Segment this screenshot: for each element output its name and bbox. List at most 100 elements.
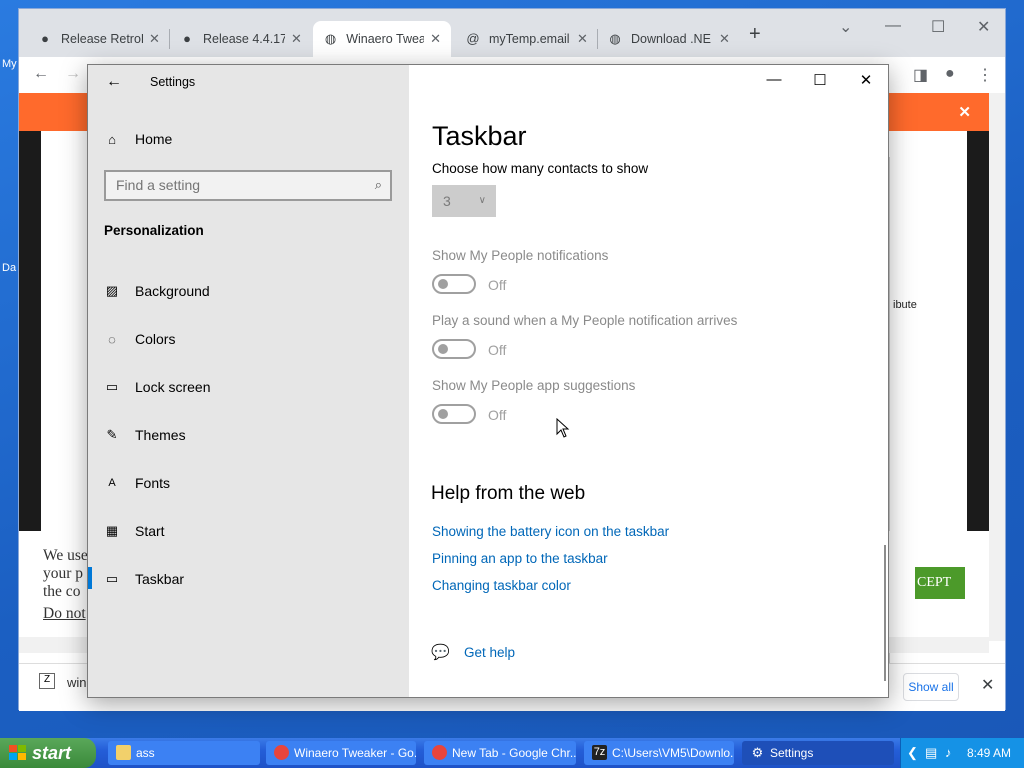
toggle-label: Show My People notifications: [432, 248, 609, 263]
palette-icon: ◌: [108, 331, 116, 347]
nav-themes[interactable]: ✎ Themes: [104, 423, 186, 447]
nav-label: Lock screen: [135, 379, 211, 395]
close-icon[interactable]: ✕: [977, 17, 990, 37]
close-tab-icon[interactable]: ✕: [149, 31, 160, 47]
tab-title: myTemp.email: [489, 32, 570, 46]
taskbar-item-label: Winaero Tweaker - Go...: [294, 746, 416, 760]
suggestions-toggle[interactable]: [432, 404, 476, 424]
file-icon: Z: [39, 673, 55, 689]
maximize-icon[interactable]: ☐: [931, 17, 945, 37]
toggle-knob: [438, 409, 448, 419]
taskbar-item[interactable]: New Tab - Google Chr...: [424, 741, 576, 765]
close-tab-icon[interactable]: ✕: [291, 31, 302, 47]
close-tab-icon[interactable]: ✕: [719, 31, 730, 47]
nav-label: Background: [135, 283, 210, 299]
browser-tab[interactable]: ◍ Download .NE ✕: [597, 21, 740, 57]
notifications-toggle[interactable]: [432, 274, 476, 294]
minimize-icon[interactable]: —: [885, 17, 901, 35]
lock-screen-icon: ▭: [105, 379, 119, 394]
search-input[interactable]: [116, 177, 366, 193]
maximize-icon[interactable]: ☐: [797, 71, 843, 89]
taskbar-item[interactable]: 7z C:\Users\VM5\Downlo...: [584, 741, 734, 765]
nav-home[interactable]: ⌂ Home: [104, 127, 172, 151]
picture-icon: ▨: [105, 283, 119, 298]
browser-tab[interactable]: @ myTemp.email ✕: [455, 21, 598, 57]
tab-title: Download .NE: [631, 32, 711, 46]
contacts-dropdown[interactable]: 3 ∨: [432, 185, 496, 217]
start-button[interactable]: start: [0, 738, 96, 768]
page-scrollbar[interactable]: [989, 93, 1005, 641]
browser-tab[interactable]: ● Release 4.4.17 ✕: [169, 21, 312, 57]
fonts-icon: A: [108, 477, 116, 489]
start-icon: ▦: [105, 523, 119, 538]
globe-icon: ◍: [324, 31, 337, 46]
settings-sidebar: ← Settings ⌂ Home ⌕ Personalization ▨ Ba…: [88, 65, 409, 697]
back-icon[interactable]: ←: [33, 65, 49, 83]
cookie-text: We use: [43, 547, 88, 564]
cookie-link[interactable]: Do not: [43, 605, 86, 623]
dropdown-value: 3: [443, 193, 451, 209]
close-icon[interactable]: ✕: [843, 71, 889, 89]
content-scrollbar[interactable]: [884, 545, 886, 681]
help-link[interactable]: Changing taskbar color: [432, 578, 571, 593]
close-tab-icon[interactable]: ✕: [430, 31, 441, 47]
cookie-text: your p: [43, 565, 84, 582]
forward-icon[interactable]: →: [65, 65, 81, 83]
chat-help-icon: 💬: [431, 644, 450, 661]
browser-tab[interactable]: ● Release RetroB ✕: [27, 21, 170, 57]
nav-label: Fonts: [135, 475, 171, 491]
desktop-icon-label[interactable]: My: [2, 58, 17, 70]
clock[interactable]: 8:49 AM: [967, 746, 1011, 760]
network-icon[interactable]: ▤: [925, 745, 937, 761]
banner-close-icon[interactable]: ✕: [958, 103, 971, 121]
contacts-label: Choose how many contacts to show: [432, 161, 649, 176]
close-downloads-icon[interactable]: ✕: [981, 675, 994, 695]
help-link[interactable]: Showing the battery icon on the taskbar: [432, 524, 669, 539]
search-icon[interactable]: ⌕: [375, 177, 382, 193]
tab-search-icon[interactable]: ⌄: [839, 17, 852, 37]
nav-lock-screen[interactable]: ▭ Lock screen: [104, 375, 211, 399]
volume-icon[interactable]: ♪: [945, 745, 952, 760]
page-text: ibute: [893, 299, 917, 311]
nav-colors[interactable]: ◌ Colors: [104, 327, 175, 351]
nav-taskbar[interactable]: ▭ Taskbar: [104, 567, 184, 591]
home-icon: ⌂: [108, 131, 116, 147]
nav-start[interactable]: ▦ Start: [104, 519, 165, 543]
nav-label: Home: [135, 131, 173, 147]
back-arrow-icon[interactable]: ←: [106, 73, 122, 91]
taskbar-icon: ▭: [105, 571, 119, 586]
show-all-button[interactable]: Show all: [903, 673, 959, 701]
tray-expand-icon[interactable]: ❮: [907, 745, 918, 761]
github-icon: ●: [183, 31, 191, 46]
download-item[interactable]: win: [67, 675, 87, 690]
taskbar-item-label: Settings: [770, 746, 814, 760]
desktop-icon-label[interactable]: Da: [2, 262, 16, 274]
taskbar-item[interactable]: Winaero Tweaker - Go...: [266, 741, 416, 765]
mouse-cursor-icon: [556, 418, 570, 438]
new-tab-icon[interactable]: +: [749, 23, 761, 46]
taskbar-item-active[interactable]: ⚙ Settings: [742, 741, 894, 765]
at-icon: @: [466, 31, 480, 46]
browser-tab-active[interactable]: ◍ Winaero Tweak ✕: [313, 21, 451, 57]
taskbar-item-label: ass: [136, 746, 155, 760]
menu-icon[interactable]: ⋮: [977, 65, 993, 85]
help-link[interactable]: Pinning an app to the taskbar: [432, 551, 608, 566]
toggle-knob: [438, 344, 448, 354]
toggle-label: Play a sound when a My People notificati…: [432, 313, 738, 328]
search-box[interactable]: ⌕: [104, 170, 392, 201]
nav-label: Colors: [135, 331, 176, 347]
side-panel-icon[interactable]: ◨: [913, 65, 928, 85]
profile-icon[interactable]: ●: [945, 65, 955, 83]
nav-fonts[interactable]: A Fonts: [104, 471, 170, 495]
minimize-icon[interactable]: —: [751, 71, 797, 88]
get-help-link[interactable]: Get help: [464, 645, 515, 660]
close-tab-icon[interactable]: ✕: [577, 31, 588, 47]
taskbar-item[interactable]: ass: [108, 741, 260, 765]
sound-toggle[interactable]: [432, 339, 476, 359]
accept-button[interactable]: CEPT: [915, 567, 965, 599]
github-icon: ●: [41, 31, 49, 46]
toggle-state: Off: [488, 407, 507, 423]
nav-background[interactable]: ▨ Background: [104, 279, 210, 303]
chrome-icon: [274, 745, 289, 760]
page-title: Taskbar: [432, 121, 527, 151]
